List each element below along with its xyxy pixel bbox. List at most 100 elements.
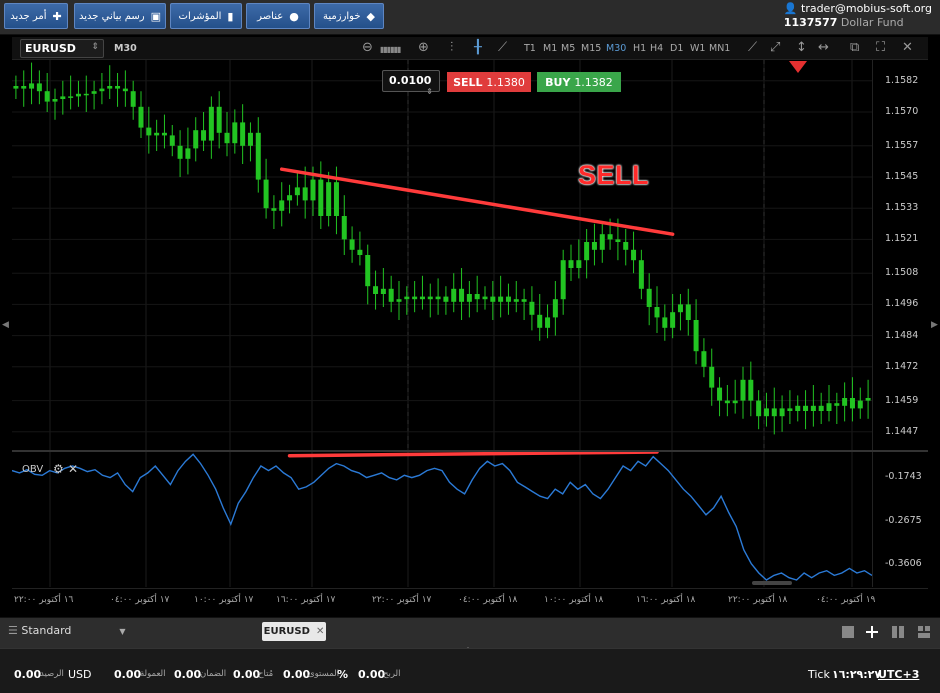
tab-bar [0, 617, 940, 648]
time-tick-label: ١٩ أكتوبر ٠٤:٠٠ [816, 595, 876, 605]
draw-tool-icon[interactable]: ⟋ [748, 40, 757, 55]
timeframe-w1[interactable]: W1 [690, 43, 705, 54]
layout-select[interactable]: ☰ Standard ▼ [8, 624, 126, 637]
time-tick-label: ١٨ أكتوبر ١٠:٠٠ [544, 595, 604, 605]
timeframe-m1[interactable]: M1 [543, 43, 557, 54]
gear-icon[interactable]: ⚙ [53, 462, 64, 476]
timeframe-m30[interactable]: M30 [606, 43, 626, 54]
horizontal-tool-icon[interactable]: ↔ [818, 40, 829, 55]
popout-icon[interactable]: ⧉ [850, 40, 859, 55]
new-chart-button[interactable]: رسم بياني جديد ▣ [74, 3, 166, 29]
zoom-in-icon[interactable]: ⊕ [418, 40, 429, 55]
horizontal-scrollbar[interactable] [752, 581, 792, 585]
margin-label: الضمان [200, 669, 227, 679]
updown-icon: ⇕ [91, 42, 99, 52]
price-tick-label: 1.1557 [885, 139, 919, 151]
buy-button[interactable]: BUY 1.1382 [537, 72, 621, 92]
sell-button[interactable]: SELL 1.1380 [447, 72, 531, 92]
layout-rows-icon[interactable] [918, 626, 930, 638]
candle [709, 348, 715, 406]
algorithms-label: خوارزمية [323, 10, 361, 22]
symbol-value: EURUSD [25, 42, 76, 55]
obv-chart[interactable] [12, 452, 872, 587]
price-axis: 1.1582 1.1570 1.1557 1.1545 1.1533 1.1521 1.15… [872, 60, 929, 450]
candle [748, 361, 754, 417]
candle [771, 387, 777, 435]
obv-label: OBV [22, 464, 44, 475]
price-tick-label: 1.1447 [885, 425, 919, 437]
candle [529, 286, 535, 331]
chart-timeframe: M30 [114, 43, 137, 54]
lot-size-input[interactable]: 0.0100 ⇕ [382, 70, 440, 96]
sell-price: 1.1380 [486, 75, 525, 89]
candle [29, 62, 35, 105]
tab-eurusd[interactable]: EURUSD ✕ [262, 622, 326, 641]
candle [216, 91, 222, 149]
current-time-marker-icon[interactable] [789, 61, 807, 73]
candle [724, 385, 730, 417]
timeframe-m5[interactable]: M5 [561, 43, 575, 54]
bar-chart-icon[interactable]: ⫶ [450, 40, 453, 55]
timeframe-h4[interactable]: H4 [650, 43, 663, 54]
right-handle-icon[interactable]: ▶ [931, 320, 938, 330]
candle [646, 273, 652, 326]
price-tick-label: 1.1582 [885, 74, 919, 86]
candle [498, 275, 504, 318]
tab-eurusd-label: EURUSD [263, 626, 310, 637]
elements-button[interactable]: عناصر ● [246, 3, 310, 29]
timeframe-t1[interactable]: T1 [524, 43, 536, 54]
layout-columns-icon[interactable] [892, 626, 904, 638]
commission-value: 0.00 [114, 668, 142, 681]
candle [115, 73, 121, 107]
profit-label: الربح [383, 669, 401, 679]
candle [287, 184, 293, 214]
candle [21, 70, 27, 107]
candle [560, 249, 566, 315]
candle [685, 288, 691, 336]
chart-toolbar [12, 37, 928, 60]
price-chart[interactable] [12, 60, 872, 450]
sell-label: SELL [453, 75, 483, 89]
candle [584, 229, 590, 279]
indicators-button[interactable]: المؤشرات ▮ [170, 3, 242, 29]
line-chart-icon[interactable]: ⟋ [498, 40, 507, 55]
chevron-down-icon: ▼ [119, 627, 126, 636]
zoom-slider[interactable]: ▮▮▮▮▮▮ [380, 45, 401, 54]
candle [466, 281, 472, 318]
obv-trendline[interactable] [287, 452, 659, 458]
candle [169, 125, 175, 157]
close-chart-icon[interactable]: ✕ [902, 40, 913, 55]
timeframe-m15[interactable]: M15 [581, 43, 601, 54]
candlestick-icon[interactable]: ╂ [474, 40, 482, 55]
price-tick-label: 1.1472 [885, 360, 919, 372]
account-info[interactable]: 👤 trader@mobius-soft.org 1137577 Dollar … [784, 2, 932, 30]
vertical-tool-icon[interactable]: ↕ [796, 40, 807, 55]
timeframe-d1[interactable]: D1 [670, 43, 683, 54]
candle [177, 130, 183, 177]
timezone[interactable]: UTC+3 [878, 668, 919, 681]
close-icon[interactable]: ✕ [68, 462, 78, 476]
candle [474, 275, 480, 313]
candle [36, 70, 42, 105]
candle [803, 390, 809, 430]
candle [576, 239, 582, 279]
layout-single-icon[interactable] [842, 626, 854, 638]
candle [435, 278, 441, 315]
candle [396, 281, 402, 320]
candle [826, 385, 832, 422]
algorithms-button[interactable]: خوارزمية ◆ [314, 3, 384, 29]
diagonal-tool-icon[interactable]: ⤢ [770, 40, 780, 55]
updown-icon: ⇕ [426, 87, 433, 96]
timeframe-mn1[interactable]: MN1 [709, 43, 730, 54]
profit-value: 0.00 [358, 668, 386, 681]
close-tab-icon[interactable]: ✕ [316, 626, 324, 637]
zoom-out-icon[interactable]: ⊖ [362, 40, 373, 55]
obv-tick-label: -0.3606 [885, 558, 922, 569]
layout-grid-icon[interactable] [866, 626, 878, 638]
new-order-button[interactable]: أمر جديد ✚ [4, 3, 68, 29]
symbol-select[interactable]: EURUSD ⇕ [20, 39, 104, 58]
fullscreen-icon[interactable]: ⛶ [876, 40, 885, 55]
candle [763, 392, 769, 427]
timeframe-h1[interactable]: H1 [633, 43, 646, 54]
left-handle-icon[interactable]: ◀ [2, 320, 9, 330]
